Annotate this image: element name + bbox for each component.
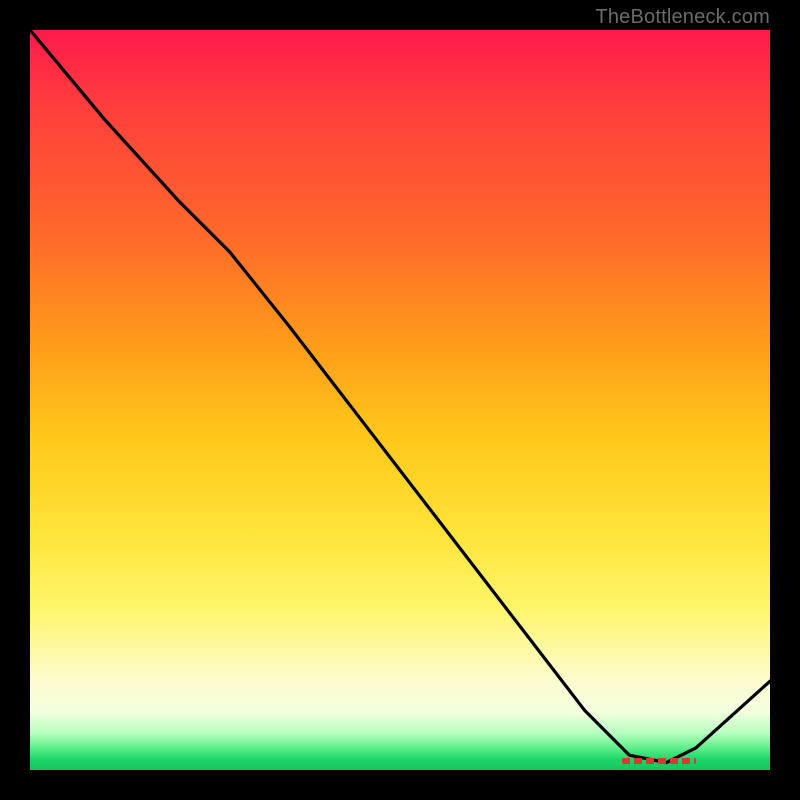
bottleneck-curve [30, 30, 770, 770]
chart-frame: TheBottleneck.com [0, 0, 800, 800]
attribution-text: TheBottleneck.com [595, 6, 770, 29]
optimal-range-marker [622, 758, 696, 764]
plot-area [30, 30, 770, 770]
